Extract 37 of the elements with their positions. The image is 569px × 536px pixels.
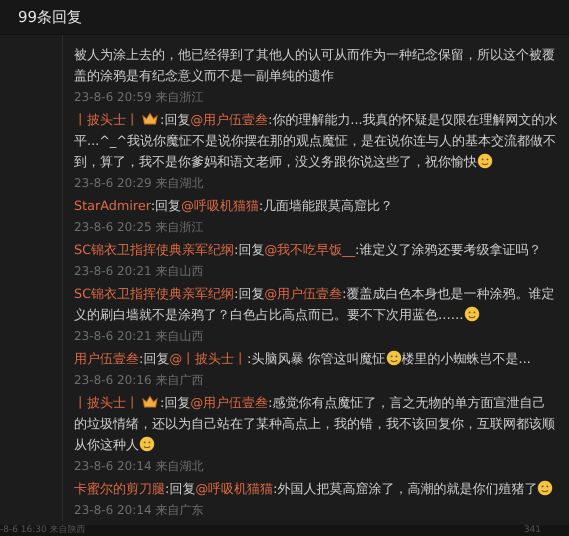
mention-link[interactable]: @呼吸机猫猫 bbox=[195, 482, 274, 497]
comment-time: 23-8-6 20:21 来自山西 bbox=[74, 263, 204, 280]
mention-link[interactable]: @用户伍壹叁 bbox=[190, 396, 268, 411]
comment-time: 23-8-6 20:14 来自湖北 bbox=[74, 458, 204, 475]
comment-time: 23-8-6 20:25 来自浙江 bbox=[74, 219, 204, 236]
emoji-icon bbox=[386, 350, 402, 366]
page-title: 99条回复 bbox=[18, 8, 82, 26]
author-name[interactable]: SC锦衣卫指挥使典亲军纪纲 bbox=[74, 287, 234, 302]
comment-time: 23-8-6 20:59 来自浙江 bbox=[74, 89, 204, 106]
author-name[interactable]: 丨披头士丨 bbox=[74, 113, 139, 128]
comment-text: SC锦衣卫指挥使典亲军纪纲:回复@我不吃早饭__:谁定义了涂鸦还要考级拿证吗？ bbox=[74, 242, 542, 260]
mention-link[interactable]: @我不吃早饭__ bbox=[264, 243, 355, 258]
comment-time: 23-8-6 20:29 来自湖北 bbox=[74, 175, 204, 192]
comment-text: 被人为涂上去的，他已经得到了其他人的认可从而作为一种纪念保留，所以这个被覆盖的涂鸦是有纪念意义而不是一副单纯的遗作 bbox=[74, 47, 556, 86]
comment-text: SC锦衣卫指挥使典亲军纪纲:回复@用户伍壹叁:覆盖成白色本身也是一种涂鸦。谁定义的刷白墙就不是涂鸦了？白色占比高点而已。要不下次用蓝色…… bbox=[74, 286, 556, 325]
comment-text: 丨披头士丨 :回复@用户伍壹叁:你的理解能力...我真的怀疑是仅限在理解网文的水平...^_^我说你魔怔不是说你摆在那的观点魔怔，是在说你连与人的基本交流都做不到，算了，我不是你爹妈和语文老师，没义务跟你说这些了，祝你愉快 bbox=[74, 111, 558, 172]
emoji-icon bbox=[537, 480, 554, 496]
comment-time: 23-8-6 20:21 来自山西 bbox=[74, 328, 204, 345]
author-name[interactable]: 卡蜜尔的剪刀腿 bbox=[74, 482, 165, 497]
author-name[interactable]: 丨披头士丨 bbox=[74, 396, 139, 411]
comment-text: 丨披头士丨 :回复@用户伍壹叁:感觉你有点魔怔了，言之无物的单方面宣泄自己的垃圾情绪，还以为自己站在了某种高点上，我的错，我不该回复你，互联网都该顺从你这种人 bbox=[74, 394, 556, 455]
author-name[interactable]: StarAdmirer bbox=[74, 199, 151, 214]
comment-text: 卡蜜尔的剪刀腿:回复@呼吸机猫猫:外国人把莫高窟涂了，高潮的就是你们殖猪了 bbox=[74, 479, 558, 500]
emoji-icon bbox=[139, 436, 155, 452]
mention-link[interactable]: @呼吸机猫猫 bbox=[181, 199, 259, 214]
mention-link[interactable]: @用户伍壹叁 bbox=[190, 113, 268, 128]
emoji-icon bbox=[464, 306, 480, 322]
mention-link[interactable]: @丨披头士丨 bbox=[169, 352, 248, 367]
like-count: 341 bbox=[524, 525, 541, 536]
emoji-icon bbox=[477, 153, 493, 169]
comment-time: 23-8-6 20:14 来自广东 bbox=[74, 502, 204, 519]
author-name[interactable]: 用户伍壹叁 bbox=[74, 352, 139, 367]
comment-text: 用户伍壹叁:回复@丨披头士丨:头脑风暴 你管这叫魔怔 楼里的小蜘蛛岂不是... bbox=[74, 349, 532, 369]
comment-text: StarAdmirer:回复@呼吸机猫猫:几面墙能跟莫高窟比？ bbox=[74, 198, 394, 216]
mention-link[interactable]: @用户伍壹叁 bbox=[264, 287, 342, 302]
comment-time: 23-8-6 20:16 来自广西 bbox=[74, 372, 204, 389]
author-name[interactable]: SC锦衣卫指挥使典亲军纪纲 bbox=[74, 243, 234, 258]
